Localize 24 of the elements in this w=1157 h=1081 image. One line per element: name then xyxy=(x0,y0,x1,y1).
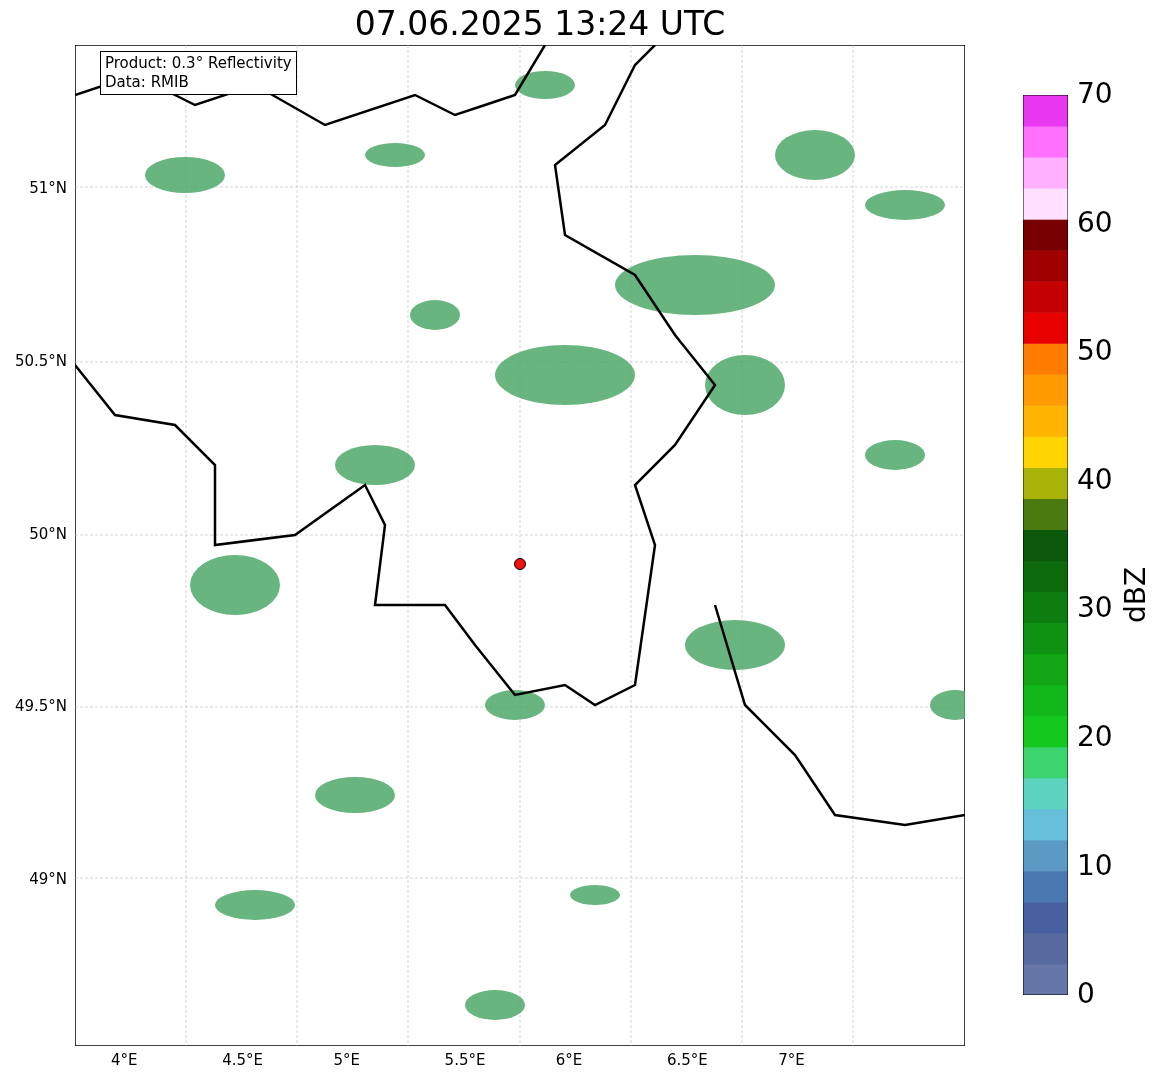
colorbar-tick: 60 xyxy=(1077,206,1113,239)
colorbar-tick: 10 xyxy=(1077,849,1113,882)
longitude-label: 7°E xyxy=(778,1051,805,1069)
latitude-label: 50.5°N xyxy=(14,351,67,370)
colorbar-tick: 0 xyxy=(1077,978,1095,1011)
longitude-label: 5.5°E xyxy=(444,1051,486,1069)
longitude-label: 6.5°E xyxy=(667,1051,708,1069)
latitude-label: 51°N xyxy=(29,179,67,197)
longitude-label: 5°E xyxy=(333,1051,360,1069)
colorbar-tick: 20 xyxy=(1077,721,1113,753)
legend-text: Data: RMIB xyxy=(105,73,190,92)
longitude-label: 4°E xyxy=(111,1051,138,1069)
legend-text: Product: 0.3° Reflectivity xyxy=(105,54,292,73)
latitude-label: 49°N xyxy=(29,870,67,889)
latitude-label: 49.5°N xyxy=(14,697,67,716)
colorbar-tick: 70 xyxy=(1077,78,1113,110)
plot-title: 07.06.2025 13:24 UTC xyxy=(353,3,727,45)
colorbar-label: dBZ xyxy=(1120,566,1152,623)
longitude-label: 4.5°E xyxy=(222,1051,264,1069)
colorbar-tick: 30 xyxy=(1077,592,1113,625)
colorbar-tick: 50 xyxy=(1077,335,1113,368)
colorbar-tick: 40 xyxy=(1077,463,1113,496)
latitude-label: 50°N xyxy=(29,524,67,543)
longitude-label: 6°E xyxy=(555,1051,583,1069)
